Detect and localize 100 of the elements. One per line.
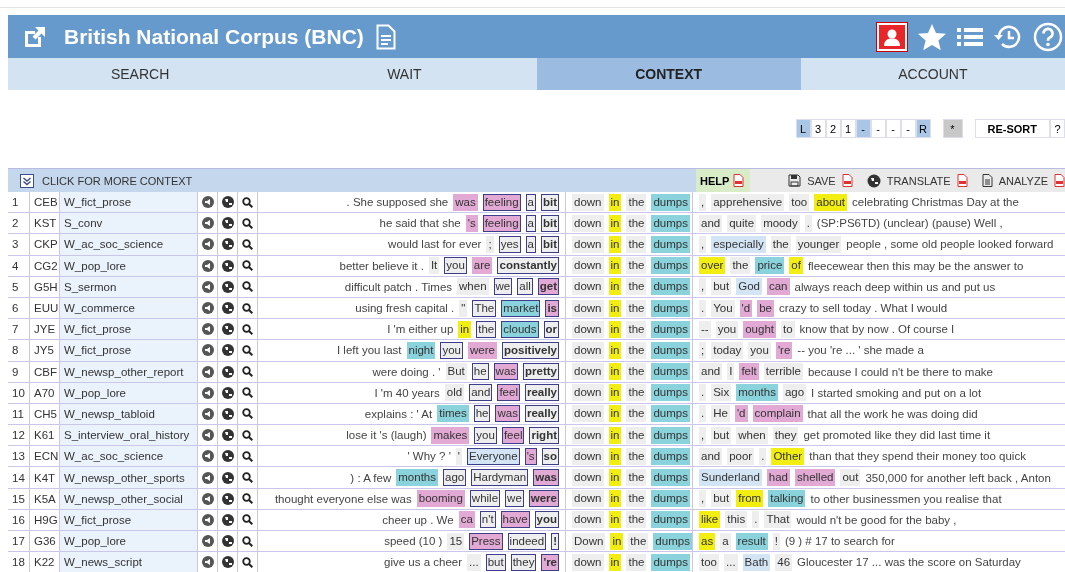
speaker-icon[interactable] bbox=[201, 386, 214, 399]
context-text: I started smoking and put on a lot bbox=[811, 386, 982, 399]
help-button[interactable]: ? bbox=[1050, 119, 1065, 138]
pdf-icon[interactable] bbox=[1054, 174, 1065, 187]
search-icon[interactable] bbox=[242, 281, 253, 293]
globe-icon[interactable] bbox=[221, 471, 234, 484]
search-icon[interactable] bbox=[242, 387, 253, 399]
speaker-icon[interactable] bbox=[201, 471, 214, 484]
context-text: Gloucester 17 ... was the score on Saturday bbox=[797, 556, 1021, 569]
speaker-icon[interactable] bbox=[201, 535, 214, 548]
row-number: 5 bbox=[12, 280, 19, 293]
resort-button[interactable]: RE-SORT bbox=[974, 119, 1050, 138]
word-token: the bbox=[626, 469, 647, 487]
document-icon[interactable] bbox=[981, 174, 993, 187]
word-token: ! bbox=[772, 532, 780, 550]
globe-icon[interactable] bbox=[221, 280, 234, 293]
search-icon[interactable] bbox=[242, 217, 253, 229]
star-icon[interactable] bbox=[917, 22, 947, 51]
word-token: or bbox=[543, 320, 559, 338]
sort-key[interactable]: L bbox=[795, 119, 811, 138]
word-token: dumps bbox=[651, 490, 690, 508]
toolbar-action[interactable]: TRANSLATE bbox=[866, 173, 968, 188]
nav-tab[interactable]: CONTEXT bbox=[536, 58, 801, 90]
genre-label: W_newsp_tabloid bbox=[64, 407, 155, 420]
floppy-icon[interactable] bbox=[788, 174, 802, 187]
toolbar-action[interactable]: SAVE bbox=[788, 174, 853, 187]
globe-icon[interactable] bbox=[221, 365, 234, 378]
speaker-icon[interactable] bbox=[201, 344, 214, 357]
nav-tab[interactable]: SEARCH bbox=[8, 58, 273, 90]
globe-icon[interactable] bbox=[221, 492, 234, 505]
list-icon[interactable] bbox=[957, 25, 983, 48]
search-icon[interactable] bbox=[242, 196, 253, 208]
nav-tab[interactable]: WAIT bbox=[272, 58, 537, 90]
search-icon[interactable] bbox=[242, 366, 253, 378]
speaker-icon[interactable] bbox=[201, 429, 214, 442]
search-icon[interactable] bbox=[242, 408, 253, 420]
word-token: you bbox=[534, 511, 559, 529]
search-icon[interactable] bbox=[242, 323, 253, 335]
word-token: as bbox=[699, 532, 716, 550]
globe-icon[interactable] bbox=[221, 450, 234, 463]
speaker-icon[interactable] bbox=[201, 196, 214, 209]
search-icon[interactable] bbox=[242, 344, 253, 356]
search-icon[interactable] bbox=[242, 472, 253, 484]
speaker-icon[interactable] bbox=[201, 217, 214, 230]
speaker-icon[interactable] bbox=[201, 280, 214, 293]
search-icon[interactable] bbox=[242, 429, 253, 441]
globe-icon[interactable] bbox=[221, 407, 234, 420]
chevron-icon[interactable] bbox=[20, 173, 34, 188]
globe-icon[interactable] bbox=[221, 259, 234, 272]
help-link[interactable]: HELP bbox=[696, 169, 751, 192]
search-icon[interactable] bbox=[242, 302, 253, 314]
globe-icon[interactable] bbox=[221, 238, 234, 251]
speaker-icon[interactable] bbox=[201, 323, 214, 336]
globe-icon[interactable] bbox=[221, 386, 234, 399]
globe-icon[interactable] bbox=[221, 513, 234, 526]
word-token: months bbox=[736, 384, 778, 402]
word-token: in bbox=[608, 320, 622, 338]
word-token: complain bbox=[752, 405, 803, 423]
speaker-icon[interactable] bbox=[201, 556, 214, 569]
speaker-icon[interactable] bbox=[201, 302, 214, 315]
globe-icon[interactable] bbox=[221, 344, 234, 357]
search-icon[interactable] bbox=[242, 556, 253, 568]
toolbar-action[interactable]: ANALYZE bbox=[981, 174, 1065, 187]
nav-tab[interactable]: ACCOUNT bbox=[800, 58, 1065, 90]
help-icon[interactable] bbox=[1033, 21, 1063, 52]
globe-icon[interactable] bbox=[221, 429, 234, 442]
more-context-button[interactable]: CLICK FOR MORE CONTEXT bbox=[8, 172, 696, 189]
globe-icon[interactable] bbox=[866, 173, 881, 188]
user-icon[interactable] bbox=[877, 22, 907, 51]
word-token: makes bbox=[431, 426, 470, 444]
globe-icon[interactable] bbox=[221, 196, 234, 209]
pdf-icon[interactable] bbox=[956, 174, 968, 187]
sort-key[interactable]: * bbox=[942, 119, 963, 138]
speaker-icon[interactable] bbox=[201, 365, 214, 378]
globe-icon[interactable] bbox=[221, 556, 234, 569]
speaker-icon[interactable] bbox=[201, 513, 214, 526]
pdf-icon[interactable] bbox=[733, 174, 745, 187]
word-token: , bbox=[699, 278, 707, 296]
search-icon[interactable] bbox=[242, 450, 253, 462]
speaker-icon[interactable] bbox=[201, 238, 214, 251]
search-icon[interactable] bbox=[242, 238, 253, 250]
word-token: about bbox=[814, 193, 848, 211]
word-token: a bbox=[525, 235, 536, 253]
word-token: the bbox=[626, 193, 647, 211]
search-icon[interactable] bbox=[242, 514, 253, 526]
globe-icon[interactable] bbox=[221, 323, 234, 336]
word-token: But bbox=[445, 363, 467, 381]
word-token: dumps bbox=[651, 193, 690, 211]
globe-icon[interactable] bbox=[221, 535, 234, 548]
speaker-icon[interactable] bbox=[201, 492, 214, 505]
pdf-icon[interactable] bbox=[841, 174, 853, 187]
search-icon[interactable] bbox=[242, 535, 253, 547]
speaker-icon[interactable] bbox=[201, 407, 214, 420]
search-icon[interactable] bbox=[242, 260, 253, 272]
word-token: while bbox=[469, 490, 501, 508]
search-icon[interactable] bbox=[242, 493, 253, 505]
speaker-icon[interactable] bbox=[201, 450, 214, 463]
speaker-icon[interactable] bbox=[201, 259, 214, 272]
globe-icon[interactable] bbox=[221, 217, 234, 230]
globe-icon[interactable] bbox=[221, 302, 234, 315]
